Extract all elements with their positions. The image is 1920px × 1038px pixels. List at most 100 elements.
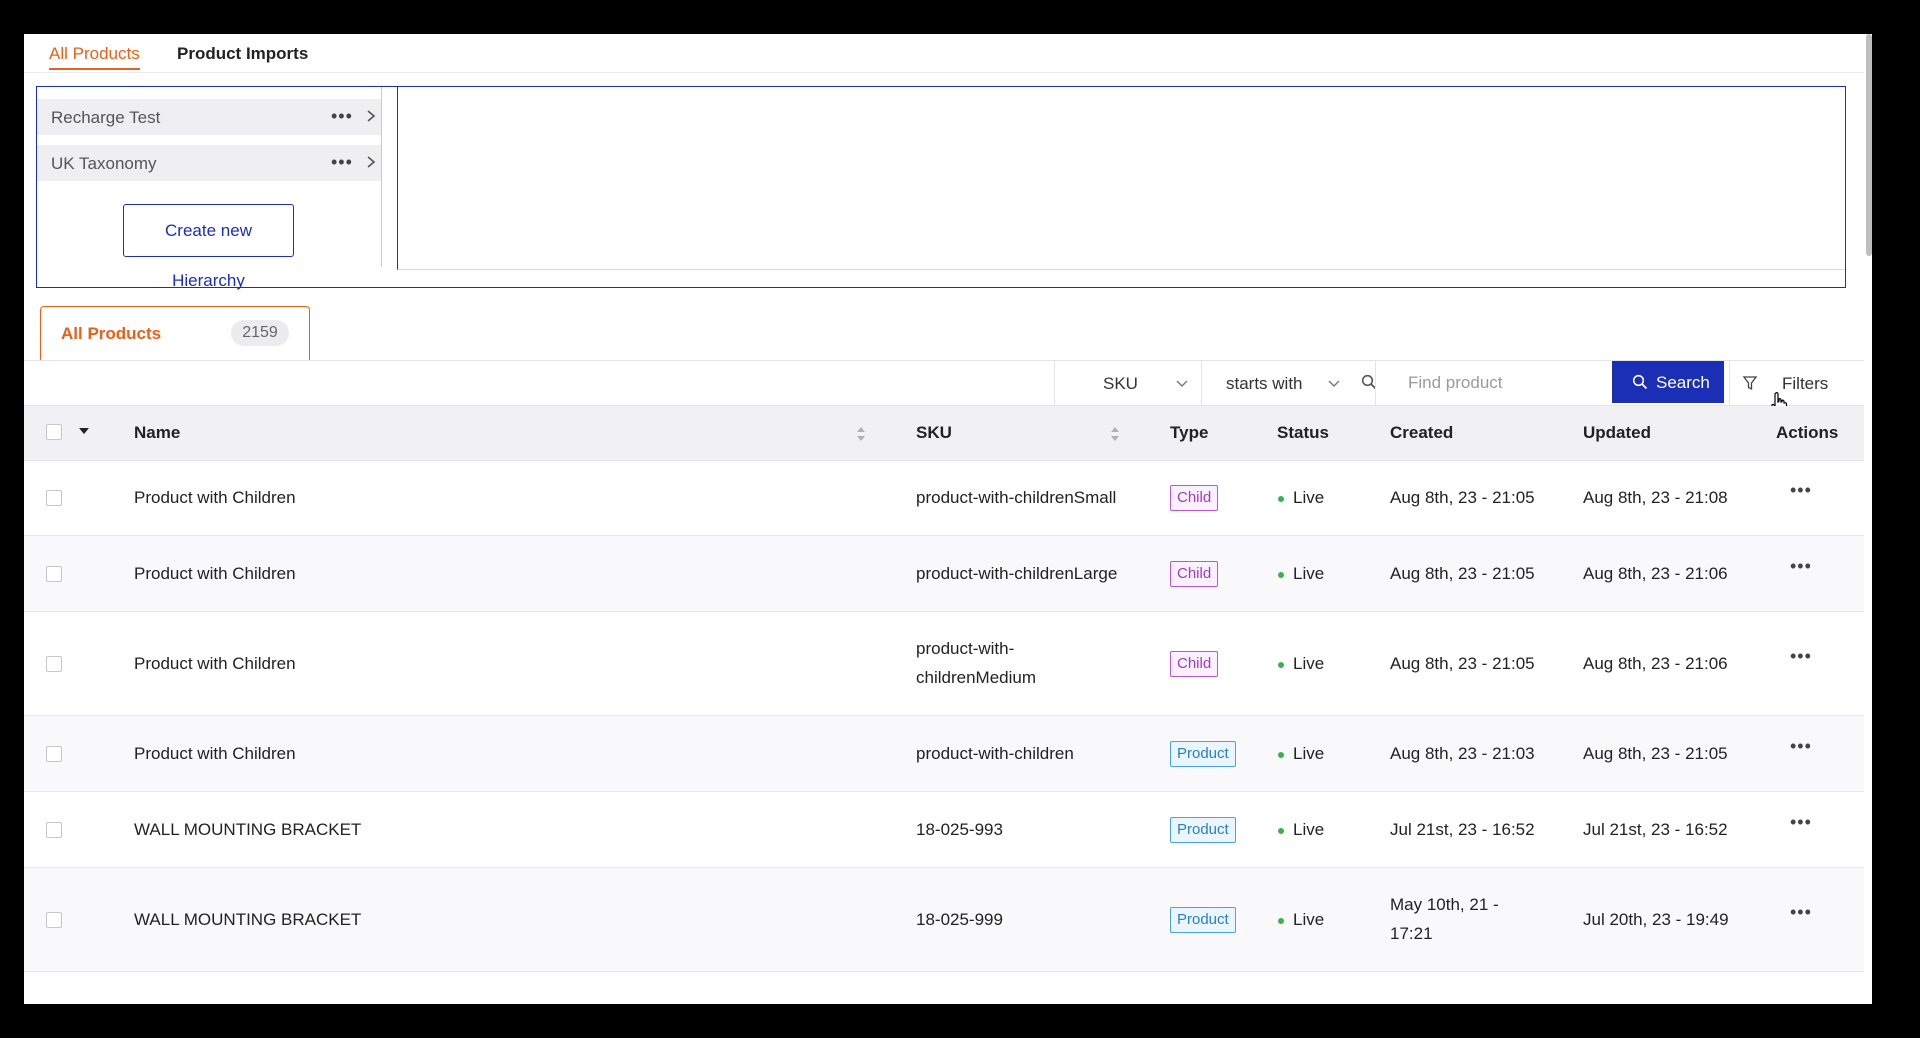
products-page: All Products Product Imports Recharge Te… xyxy=(24,34,1872,1004)
product-sku: product-with-children xyxy=(916,744,1074,763)
updated-date: Aug 8th, 23 - 21:06 xyxy=(1583,564,1728,583)
search-button[interactable]: Search xyxy=(1612,361,1724,403)
hierarchy-item-uk-taxonomy[interactable]: UK Taxonomy ••• xyxy=(37,145,381,181)
product-sku: product-with-childrenSmall xyxy=(916,488,1117,507)
product-sku: product-with-childrenLarge xyxy=(916,564,1118,583)
status-live-dot xyxy=(1278,752,1284,758)
column-header-created: Created xyxy=(1390,423,1454,442)
more-dots-icon[interactable]: ••• xyxy=(1790,812,1812,833)
product-sku: 18-025-993 xyxy=(916,820,1003,839)
row-checkbox[interactable] xyxy=(46,566,62,582)
product-sku: 18-025-999 xyxy=(916,910,1003,929)
table-row[interactable]: Product with Children product-with- chil… xyxy=(24,612,1864,716)
caret-down-icon[interactable] xyxy=(78,426,90,436)
product-name[interactable]: WALL MOUNTING BRACKET xyxy=(134,905,361,934)
filters-button[interactable]: Filters xyxy=(1729,361,1865,405)
created-date: Aug 8th, 23 - 21:05 xyxy=(1390,488,1535,507)
more-dots-icon[interactable]: ••• xyxy=(1790,480,1812,501)
chevron-down-icon xyxy=(1176,380,1188,387)
row-checkbox[interactable] xyxy=(46,912,62,928)
hierarchy-item-name: UK Taxonomy xyxy=(51,154,157,173)
row-checkbox[interactable] xyxy=(46,656,62,672)
more-dots-icon[interactable]: ••• xyxy=(1790,736,1812,757)
created-date: Aug 8th, 23 - 21:05 xyxy=(1390,564,1535,583)
column-header-sku: SKU xyxy=(916,423,952,442)
type-badge: Child xyxy=(1170,651,1219,677)
status-live-dot xyxy=(1278,496,1284,502)
product-name[interactable]: Product with Children xyxy=(134,559,296,588)
row-checkbox[interactable] xyxy=(46,822,62,838)
row-checkbox[interactable] xyxy=(46,490,62,506)
status-text: Live xyxy=(1293,820,1325,839)
tab-label: All Products xyxy=(61,324,162,343)
product-name[interactable]: Product with Children xyxy=(134,483,296,512)
product-sku-line-1: product-with- xyxy=(916,639,1015,658)
created-date-line-2: 17:21 xyxy=(1390,924,1433,943)
table-row[interactable]: Product with Children product-with-child… xyxy=(24,536,1864,612)
status-live-dot xyxy=(1278,572,1284,578)
table-row[interactable]: WALL MOUNTING BRACKET 18-025-999 Product… xyxy=(24,868,1864,972)
chevron-down-icon xyxy=(1328,380,1340,387)
updated-date: Jul 21st, 23 - 16:52 xyxy=(1583,820,1728,839)
search-field-select[interactable]: SKU xyxy=(1054,361,1202,405)
select-value: starts with xyxy=(1226,374,1303,393)
product-name[interactable]: Product with Children xyxy=(134,739,296,768)
status-live-dot xyxy=(1278,662,1284,668)
sort-icon[interactable] xyxy=(856,426,866,442)
chevron-right-icon[interactable] xyxy=(364,155,378,169)
tab-product-imports[interactable]: Product Imports xyxy=(177,44,308,64)
updated-date: Aug 8th, 23 - 21:06 xyxy=(1583,654,1728,673)
status-text: Live xyxy=(1293,744,1325,763)
created-date: Aug 8th, 23 - 21:05 xyxy=(1390,654,1535,673)
search-operator-select[interactable]: starts with xyxy=(1201,361,1349,405)
column-header-type: Type xyxy=(1170,423,1209,442)
chevron-right-icon[interactable] xyxy=(364,109,378,123)
create-hierarchy-button[interactable]: Create new Hierarchy xyxy=(123,204,294,290)
table-row[interactable]: Product with Children product-with-child… xyxy=(24,716,1864,792)
more-dots-icon[interactable]: ••• xyxy=(331,106,353,127)
updated-date: Jul 20th, 23 - 19:49 xyxy=(1583,910,1729,929)
search-button-label: Search xyxy=(1656,373,1710,392)
type-badge: Product xyxy=(1170,741,1236,767)
hierarchy-item-recharge-test[interactable]: Recharge Test ••• xyxy=(37,99,381,135)
more-dots-icon[interactable]: ••• xyxy=(1790,556,1812,577)
created-date: Aug 8th, 23 - 21:03 xyxy=(1390,744,1535,763)
product-name[interactable]: Product with Children xyxy=(134,649,296,678)
updated-date: Aug 8th, 23 - 21:08 xyxy=(1583,488,1728,507)
select-all-checkbox[interactable] xyxy=(46,424,62,440)
hierarchy-panel: Recharge Test ••• UK Taxonomy ••• Create… xyxy=(36,86,1846,290)
tab-all-products[interactable]: All Products xyxy=(49,44,140,70)
updated-date: Aug 8th, 23 - 21:05 xyxy=(1583,744,1728,763)
created-date: Jul 21st, 23 - 16:52 xyxy=(1390,820,1535,839)
column-header-status: Status xyxy=(1277,423,1329,442)
scrollbar-thumb[interactable] xyxy=(1866,34,1872,256)
type-badge: Product xyxy=(1170,817,1236,843)
search-icon xyxy=(1632,374,1648,390)
status-text: Live xyxy=(1293,910,1325,929)
more-dots-icon[interactable]: ••• xyxy=(1790,902,1812,923)
table-row[interactable]: WALL MOUNTING BRACKET 18-025-993 Product… xyxy=(24,792,1864,868)
row-checkbox[interactable] xyxy=(46,746,62,762)
count-badge: 2159 xyxy=(231,320,289,346)
column-header-name: Name xyxy=(134,423,181,442)
status-text: Live xyxy=(1293,654,1325,673)
more-dots-icon[interactable]: ••• xyxy=(1790,646,1812,667)
search-input[interactable] xyxy=(1375,361,1635,405)
hierarchy-list: Recharge Test ••• UK Taxonomy ••• Create… xyxy=(37,87,382,290)
search-bar: SKU starts with Search Filters xyxy=(24,361,1872,406)
column-header-actions: Actions xyxy=(1776,423,1839,442)
hierarchy-content-area xyxy=(397,87,1845,270)
more-dots-icon[interactable]: ••• xyxy=(331,152,353,173)
status-live-dot xyxy=(1278,918,1284,924)
status-text: Live xyxy=(1293,564,1325,583)
product-name[interactable]: WALL MOUNTING BRACKET xyxy=(134,815,361,844)
column-header-updated: Updated xyxy=(1583,423,1651,442)
filters-label: Filters xyxy=(1782,374,1829,393)
hierarchy-item-name: Recharge Test xyxy=(51,108,161,127)
tab-all-products-list[interactable]: All Products 2159 xyxy=(40,306,310,360)
status-live-dot xyxy=(1278,828,1284,834)
table-row[interactable]: Product with Children product-with-child… xyxy=(24,460,1864,536)
top-tab-bar: All Products Product Imports xyxy=(24,34,1872,73)
type-badge: Child xyxy=(1170,561,1219,587)
sort-icon[interactable] xyxy=(1110,426,1120,442)
